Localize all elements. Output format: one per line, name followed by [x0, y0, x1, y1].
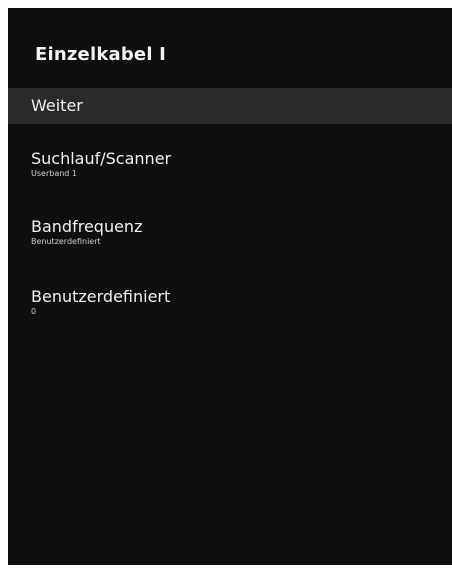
- menu-item-suchlauf-scanner[interactable]: Suchlauf/Scanner Userband 1: [8, 150, 452, 178]
- menu-item-value: 0: [31, 306, 37, 316]
- menu-item-value: Benutzerdefiniert: [31, 236, 101, 246]
- menu-item-label: Suchlauf/Scanner: [31, 149, 172, 168]
- panel-title: Einzelkabel I: [35, 44, 167, 65]
- menu-item-label: Bandfrequenz: [31, 217, 143, 236]
- menu-item-bandfrequenz[interactable]: Bandfrequenz Benutzerdefiniert: [8, 218, 452, 246]
- settings-panel: Einzelkabel I Weiter Suchlauf/Scanner Us…: [8, 8, 452, 565]
- menu-item-benutzerdefiniert[interactable]: Benutzerdefiniert 0: [8, 288, 452, 316]
- menu-item-weiter[interactable]: Weiter: [8, 88, 452, 124]
- menu-item-label: Weiter: [31, 96, 83, 116]
- menu-item-label: Benutzerdefiniert: [31, 287, 171, 306]
- menu-item-value: Userband 1: [31, 168, 77, 178]
